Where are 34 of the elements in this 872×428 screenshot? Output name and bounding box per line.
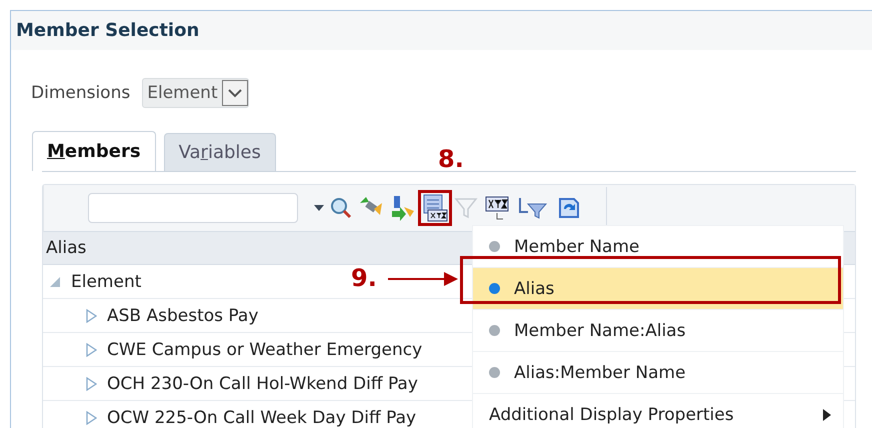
field-label: Dimensions xyxy=(31,83,130,103)
submenu-arrow-icon xyxy=(823,408,831,420)
search-icon[interactable] xyxy=(330,197,352,219)
expand-icon[interactable] xyxy=(85,308,97,322)
radio-dot-icon xyxy=(489,283,500,294)
radio-dot-icon xyxy=(489,367,500,378)
step-number: 8. xyxy=(438,145,464,173)
connector-icon[interactable] xyxy=(390,195,416,221)
chevron-down-icon[interactable] xyxy=(222,80,248,106)
caret-icon[interactable] xyxy=(314,205,324,211)
menu-item[interactable]: Member Name:Alias xyxy=(473,310,843,352)
tree-item[interactable]: Element xyxy=(71,272,142,292)
tree-item[interactable]: ASB Asbestos Pay xyxy=(107,306,258,326)
radio-dot-icon xyxy=(489,241,500,252)
search-field[interactable] xyxy=(88,193,298,223)
column-header[interactable]: Alias xyxy=(46,238,86,258)
expand-icon[interactable] xyxy=(85,376,97,390)
tab[interactable]: Variables xyxy=(164,133,276,171)
step-number: 9. xyxy=(351,264,377,292)
radio-dot-icon xyxy=(489,325,500,336)
dimension-dropdown[interactable]: Element xyxy=(142,78,249,108)
tree-item[interactable]: OCH 230-On Call Hol-Wkend Diff Pay xyxy=(107,374,418,394)
funnel-icon[interactable] xyxy=(518,196,548,220)
tree-item[interactable]: CWE Campus or Weather Emergency xyxy=(107,340,422,360)
window-title: Member Selection xyxy=(11,11,872,50)
filter-icon xyxy=(454,196,478,220)
annotation-arrow xyxy=(388,271,458,287)
menu-item[interactable]: Alias xyxy=(473,268,843,310)
tab[interactable]: Members xyxy=(32,131,156,171)
menu-item[interactable]: Additional Display Properties xyxy=(473,394,843,428)
menu-item[interactable]: Alias:Member Name xyxy=(473,352,843,394)
expand-icon[interactable] xyxy=(85,342,97,356)
expand-icon[interactable] xyxy=(85,410,97,424)
tree-item[interactable]: OCW 225-On Call Week Day Diff Pay xyxy=(107,408,416,428)
